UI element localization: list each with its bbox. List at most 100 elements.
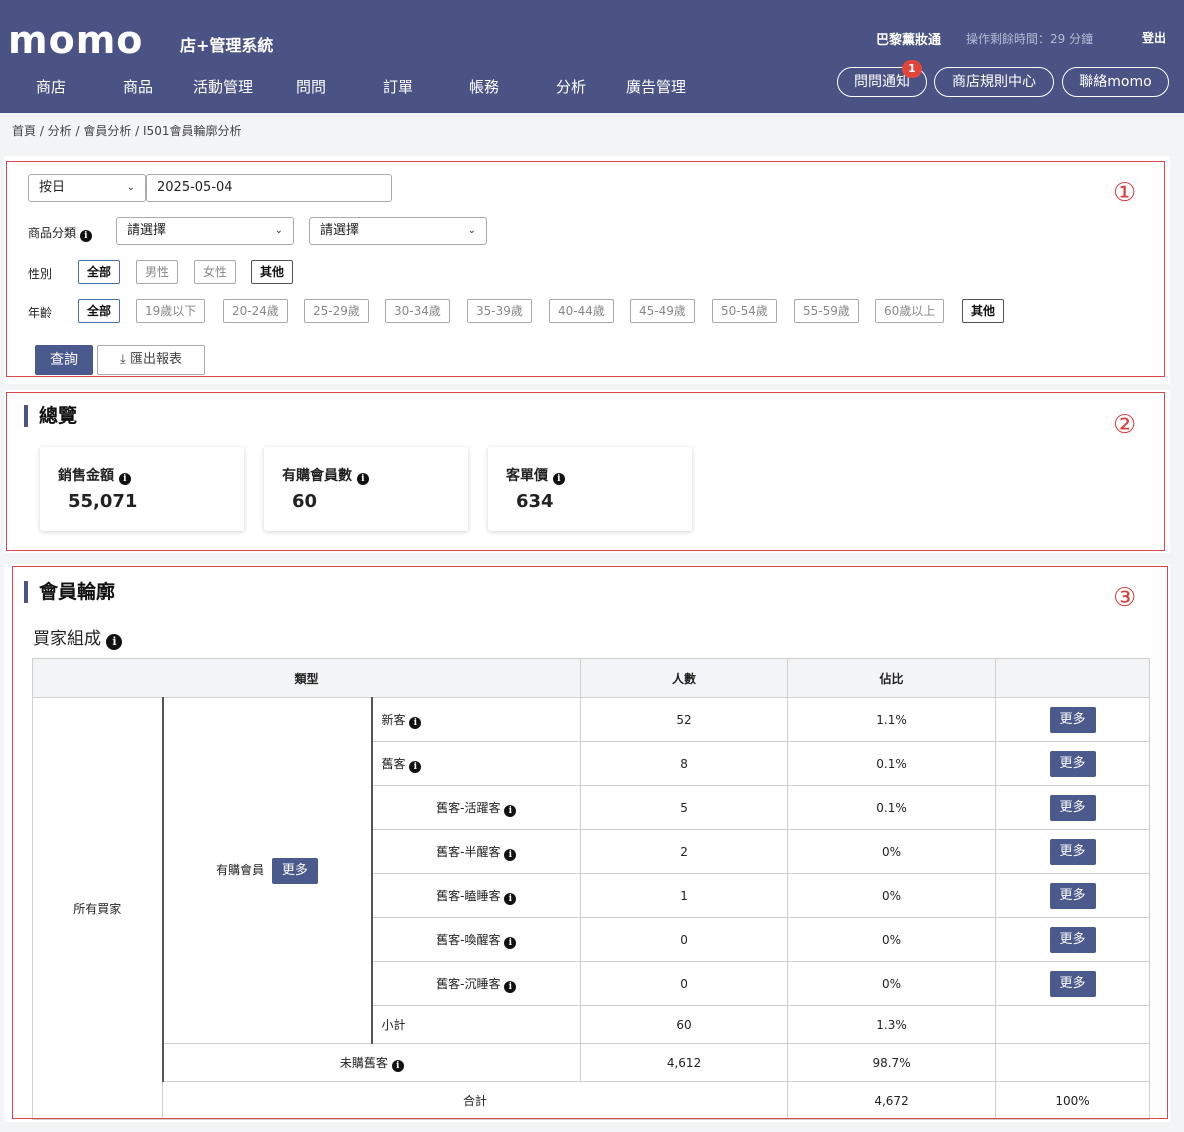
category-label: 商品分類 i <box>28 224 92 242</box>
age-35-39-chip[interactable]: 35-39歲 <box>467 299 532 323</box>
age-other-chip[interactable]: 其他 <box>962 299 1005 323</box>
row-count: 5 <box>580 785 789 830</box>
category-select-primary[interactable]: 請選擇 ⌄ <box>116 217 294 245</box>
info-icon[interactable]: i <box>356 473 369 485</box>
gender-all-chip[interactable]: 全部 <box>78 260 121 284</box>
subtotal-ratio: 1.3% <box>787 1005 997 1044</box>
row-count: 52 <box>580 697 789 742</box>
more-button[interactable]: 更多 <box>1049 970 1096 997</box>
row-label: 舊客-喚醒客 i <box>370 917 582 962</box>
nav-products[interactable]: 商品 <box>123 76 153 97</box>
row-ratio: 0% <box>787 961 997 1006</box>
age-20-24-chip[interactable]: 20-24歲 <box>223 299 288 323</box>
purchasing-members-label: 有購會員數 i <box>282 465 369 485</box>
age-40-44-chip[interactable]: 40-44歲 <box>549 299 614 323</box>
age-30-34-chip[interactable]: 30-34歲 <box>385 299 450 323</box>
gender-label: 性別 <box>28 267 53 281</box>
info-icon[interactable]: i <box>409 760 422 773</box>
date-input[interactable]: 2025-05-04 <box>146 174 392 202</box>
row-label: 新客 i <box>370 697 582 742</box>
info-icon[interactable]: i <box>504 892 517 905</box>
col-header-ratio: 佔比 <box>787 658 997 698</box>
export-report-button[interactable]: ⤓ 匯出報表 <box>97 345 205 375</box>
nav-campaigns[interactable]: 活動管理 <box>193 76 253 97</box>
avg-order-value-value: 634 <box>516 491 554 512</box>
all-buyers-cell: 所有買家 <box>32 697 163 1120</box>
row-action: 更多 <box>995 697 1151 742</box>
period-select[interactable]: 按日 ⌄ <box>28 174 146 202</box>
age-60plus-chip[interactable]: 60歲以上 <box>875 299 945 323</box>
info-icon[interactable]: i <box>504 804 517 817</box>
nav-analytics[interactable]: 分析 <box>556 76 586 97</box>
more-button[interactable]: 更多 <box>1049 794 1096 821</box>
sales-amount-card: 銷售金額 i 55,071 <box>40 447 244 531</box>
row-label: 舊客-半醒客 i <box>370 829 582 874</box>
info-icon[interactable]: i <box>504 848 517 861</box>
top-header: momo 店+管理系統 巴黎薰妝通 操作剩餘時間：29 分鐘 登出 商店 商品 … <box>0 0 1184 113</box>
row-action: 更多 <box>995 873 1151 918</box>
chevron-down-icon: ⌄ <box>126 182 135 193</box>
table-row: 所有買家 有購會員 更多 新客 i 52 1.1% 更多 <box>32 697 1151 1120</box>
more-button[interactable]: 更多 <box>1049 750 1096 777</box>
gender-male-chip[interactable]: 男性 <box>136 260 179 284</box>
nav-qa[interactable]: 問問 <box>296 76 326 97</box>
row-count: 0 <box>580 961 789 1006</box>
more-button[interactable]: 更多 <box>1049 882 1096 909</box>
row-ratio: 1.1% <box>787 697 997 742</box>
chevron-down-icon: ⌄ <box>467 225 476 236</box>
info-icon[interactable]: i <box>391 1059 404 1072</box>
info-icon[interactable]: i <box>79 230 92 242</box>
avg-order-value-card: 客單價 i 634 <box>488 447 692 531</box>
more-button[interactable]: 更多 <box>1049 926 1096 953</box>
buyer-composition-table: 類型 人數 佔比 所有買家 有購會員 更多 新客 i 52 1.1% 更多 舊客… <box>31 658 1151 1120</box>
non-purchasing-label: 未購舊客 i <box>161 1043 582 1082</box>
nav-orders[interactable]: 訂單 <box>383 76 413 97</box>
sales-amount-value: 55,071 <box>68 491 138 512</box>
more-button[interactable]: 更多 <box>1049 706 1096 733</box>
age-55-59-chip[interactable]: 55-59歲 <box>794 299 859 323</box>
contact-momo-button[interactable]: 聯絡momo <box>1062 67 1169 97</box>
subtotal-label: 小計 <box>370 1005 582 1044</box>
store-rules-button[interactable]: 商店規則中心 <box>934 67 1054 97</box>
system-title: 店+管理系統 <box>180 36 274 55</box>
age-45-49-chip[interactable]: 45-49歲 <box>630 299 695 323</box>
total-count: 4,672 <box>787 1081 997 1120</box>
info-icon[interactable]: i <box>552 473 565 485</box>
row-action: 更多 <box>995 741 1151 786</box>
age-all-chip[interactable]: 全部 <box>78 299 121 323</box>
gender-other-chip[interactable]: 其他 <box>251 260 294 284</box>
info-icon[interactable]: i <box>409 716 422 729</box>
nav-store[interactable]: 商店 <box>36 76 66 97</box>
nav-ads[interactable]: 廣告管理 <box>626 76 686 97</box>
age-50-54-chip[interactable]: 50-54歲 <box>712 299 777 323</box>
row-action: 更多 <box>995 917 1151 962</box>
col-header-type: 類型 <box>31 658 582 698</box>
info-icon[interactable]: i <box>106 634 123 650</box>
breadcrumb[interactable]: 首頁 / 分析 / 會員分析 / I501會員輪廓分析 <box>12 122 241 139</box>
info-icon[interactable]: i <box>504 936 517 949</box>
row-action: 更多 <box>995 961 1151 1006</box>
momo-logo[interactable]: momo <box>8 18 143 62</box>
category-select-secondary[interactable]: 請選擇 ⌄ <box>309 217 487 245</box>
avg-order-value-label: 客單價 i <box>506 465 565 485</box>
notification-badge: 1 <box>902 60 922 78</box>
marker-1: ① <box>1113 178 1137 208</box>
info-icon[interactable]: i <box>504 980 517 993</box>
gender-female-chip[interactable]: 女性 <box>194 260 237 284</box>
more-button[interactable]: 更多 <box>271 857 318 884</box>
row-ratio: 0% <box>787 829 997 874</box>
age-25-29-chip[interactable]: 25-29歲 <box>304 299 369 323</box>
row-ratio: 0% <box>787 917 997 962</box>
store-name: 巴黎薰妝通 <box>876 33 942 48</box>
non-purchasing-ratio: 98.7% <box>787 1043 997 1082</box>
age-under19-chip[interactable]: 19歲以下 <box>136 299 206 323</box>
query-button[interactable]: 查詢 <box>35 345 93 375</box>
info-icon[interactable]: i <box>118 473 131 485</box>
nav-billing[interactable]: 帳務 <box>469 76 499 97</box>
row-count: 2 <box>580 829 789 874</box>
row-ratio: 0.1% <box>787 785 997 830</box>
more-button[interactable]: 更多 <box>1049 838 1096 865</box>
logout-link[interactable]: 登出 <box>1142 29 1166 46</box>
col-header-action <box>995 658 1151 698</box>
total-row: 合計 4,672 100% <box>33 1081 1151 1120</box>
